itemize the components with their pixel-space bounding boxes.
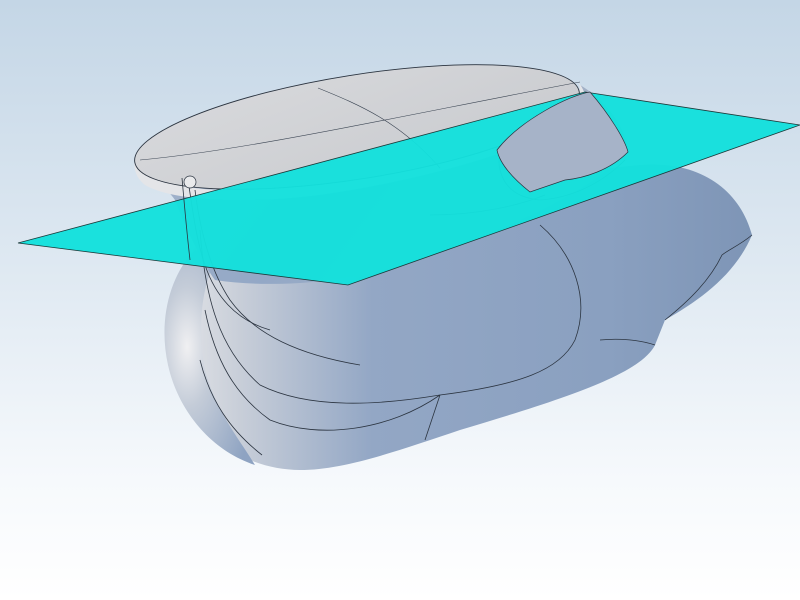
cad-scene[interactable] [0,0,800,600]
3d-viewport[interactable] [0,0,800,600]
cap-vertex-marker [183,175,197,189]
